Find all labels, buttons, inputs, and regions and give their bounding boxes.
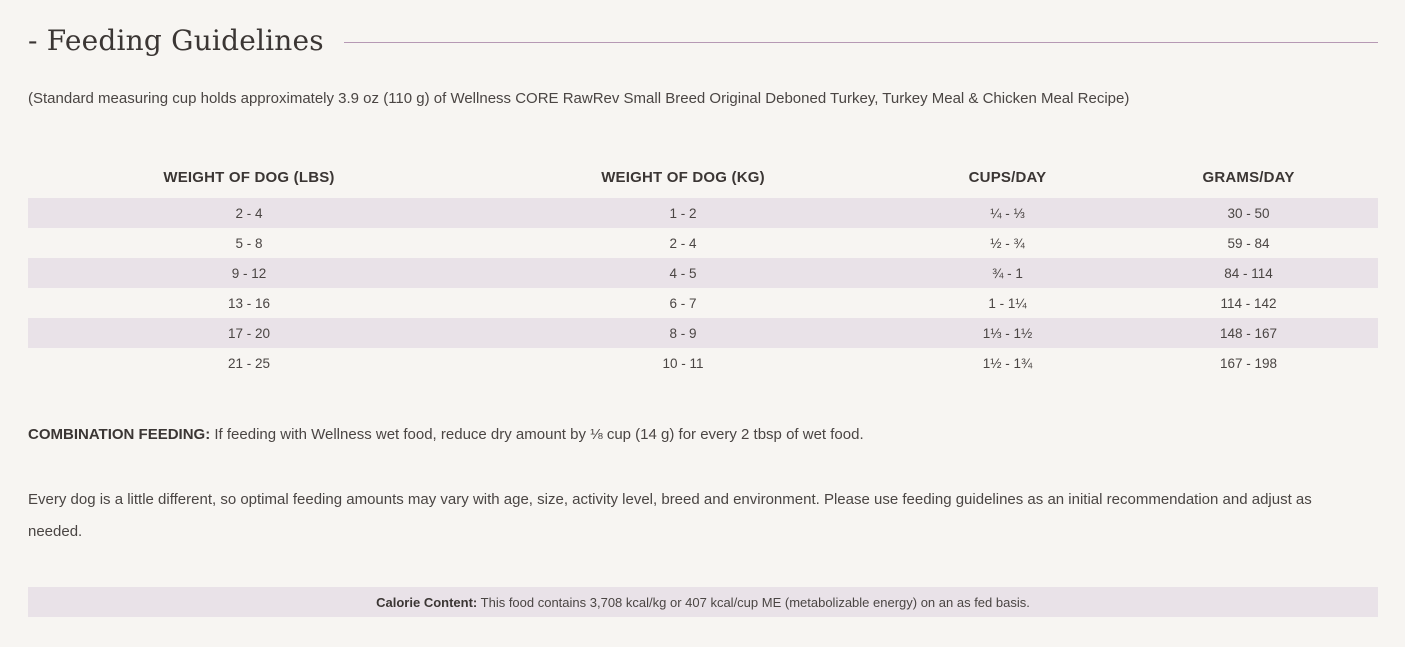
- cell-cups-day: 1 - 1¼: [988, 295, 1027, 311]
- feeding-table: WEIGHT OF DOG (LBS) WEIGHT OF DOG (KG) C…: [28, 162, 1378, 378]
- table-header-row: WEIGHT OF DOG (LBS) WEIGHT OF DOG (KG) C…: [28, 162, 1378, 198]
- feeding-guidelines-section: - Feeding Guidelines (Standard measuring…: [0, 0, 1405, 647]
- combination-feeding-label: COMBINATION FEEDING:: [28, 426, 211, 443]
- table-row: 5 - 8 2 - 4 ½ - ¾ 59 - 84: [28, 228, 1378, 258]
- header-grams-day: GRAMS/DAY: [1202, 168, 1295, 186]
- calorie-content-text: This food contains 3,708 kcal/kg or 407 …: [477, 594, 1030, 610]
- cell-weight-lbs: 9 - 12: [28, 258, 470, 288]
- cell-weight-kg: 10 - 11: [662, 355, 704, 371]
- table-row: 9 - 12 4 - 5 ¾ - 1 84 - 114: [28, 258, 1378, 288]
- cell-grams-day: 84 - 114: [1119, 258, 1378, 288]
- section-title[interactable]: - Feeding Guidelines: [28, 24, 324, 57]
- cell-grams-day: 59 - 84: [1227, 235, 1270, 251]
- calorie-content-label: Calorie Content:: [376, 594, 478, 610]
- header-divider: [343, 41, 1378, 43]
- cell-weight-lbs: 2 - 4: [28, 198, 470, 228]
- header-weight-lbs: WEIGHT OF DOG (LBS): [163, 168, 335, 186]
- cell-cups-day: ¾ - 1: [896, 258, 1119, 288]
- calorie-content-bar: Calorie Content: This food contains 3,70…: [28, 587, 1378, 617]
- cell-cups-day: 1½ - 1¾: [982, 355, 1033, 371]
- cell-grams-day: 30 - 50: [1119, 198, 1378, 228]
- feeding-disclaimer: Every dog is a little different, so opti…: [28, 491, 1312, 540]
- cell-grams-day: 114 - 142: [1220, 295, 1277, 311]
- cell-cups-day: ½ - ¾: [990, 235, 1025, 251]
- cell-weight-lbs: 13 - 16: [227, 295, 271, 311]
- combination-feeding-text: If feeding with Wellness wet food, reduc…: [210, 426, 864, 443]
- table-row: 2 - 4 1 - 2 ¼ - ⅓ 30 - 50: [28, 198, 1378, 228]
- cell-grams-day: 167 - 198: [1219, 355, 1278, 371]
- header-weight-kg: WEIGHT OF DOG (KG): [601, 168, 765, 186]
- table-row: 21 - 25 10 - 11 1½ - 1¾ 167 - 198: [28, 348, 1378, 378]
- cell-weight-lbs: 5 - 8: [235, 235, 263, 251]
- cell-cups-day: ¼ - ⅓: [896, 198, 1119, 228]
- cell-weight-lbs: 17 - 20: [28, 318, 470, 348]
- table-row: 13 - 16 6 - 7 1 - 1¼ 114 - 142: [28, 288, 1378, 318]
- cell-weight-kg: 1 - 2: [470, 198, 896, 228]
- combination-feeding: COMBINATION FEEDING: If feeding with Wel…: [28, 426, 864, 443]
- cell-grams-day: 148 - 167: [1119, 318, 1378, 348]
- cell-cups-day: 1⅓ - 1½: [896, 318, 1119, 348]
- section-header: - Feeding Guidelines: [28, 18, 1378, 62]
- cell-weight-kg: 8 - 9: [470, 318, 896, 348]
- table-row: 17 - 20 8 - 9 1⅓ - 1½ 148 - 167: [28, 318, 1378, 348]
- cell-weight-kg: 2 - 4: [669, 235, 697, 251]
- measuring-cup-note: (Standard measuring cup holds approximat…: [28, 90, 1130, 107]
- cell-weight-kg: 4 - 5: [470, 258, 896, 288]
- cell-weight-lbs: 21 - 25: [227, 355, 271, 371]
- header-cups-day: CUPS/DAY: [968, 168, 1047, 186]
- cell-weight-kg: 6 - 7: [669, 295, 697, 311]
